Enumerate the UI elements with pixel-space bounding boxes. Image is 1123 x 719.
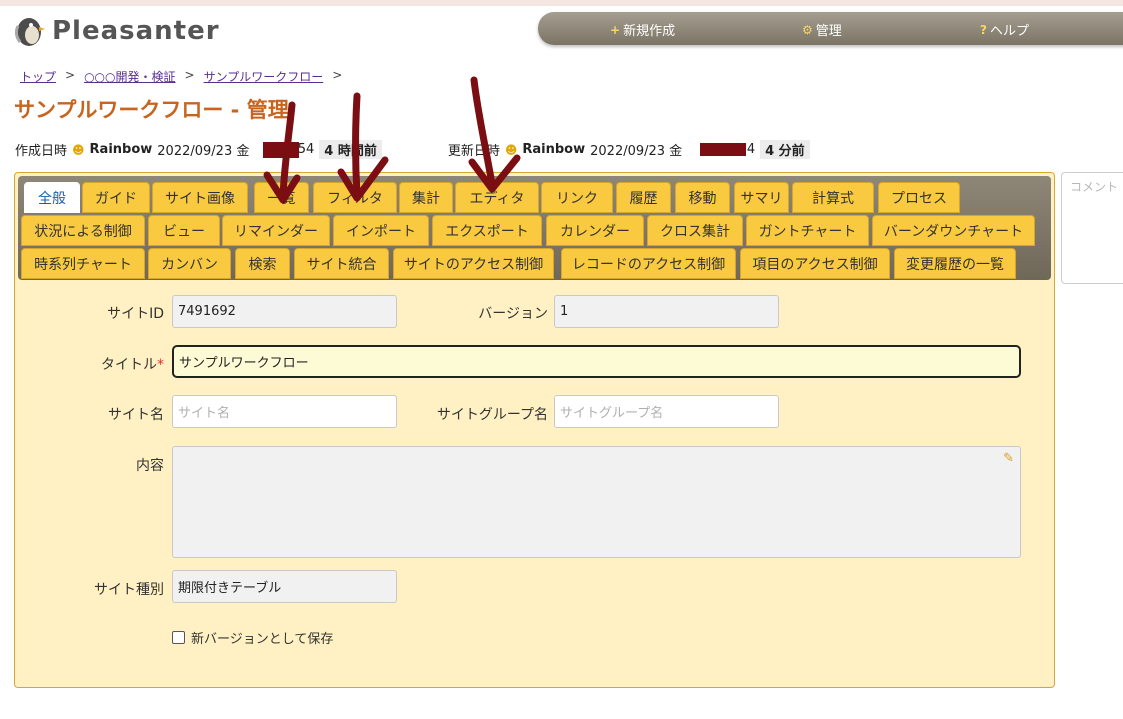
breadcrumb: トップ > ○○○開発・検証 > サンプルワークフロー > [20, 68, 342, 85]
tab-general[interactable]: 全般 [24, 182, 80, 213]
nav-new-button[interactable]: + 新規作成 [610, 20, 676, 40]
tab-crosstab[interactable]: クロス集計 [647, 215, 743, 246]
tab-aggregate[interactable]: 集計 [399, 182, 453, 213]
site-name-label: サイト名 [108, 407, 164, 423]
new-version-checkbox[interactable] [172, 631, 185, 644]
top-strip [0, 0, 1123, 6]
breadcrumb-project-link[interactable]: ○○○開発・検証 [84, 68, 175, 85]
site-name-input[interactable]: サイト名 [172, 395, 397, 428]
version-field: 1 [554, 295, 779, 328]
app-logo[interactable]: Pleasanter [12, 14, 220, 48]
title-input[interactable]: サンプルワークフロー [172, 345, 1021, 378]
version-label: バージョン [478, 306, 548, 322]
content-textarea[interactable]: ✎ [172, 446, 1021, 558]
created-date: 2022/09/23 金 [157, 144, 250, 159]
site-type-label: サイト種別 [94, 582, 164, 598]
updated-ago-badge: 4 分前 [760, 140, 810, 159]
tab-status-control[interactable]: 状況による制御 [21, 215, 145, 246]
new-version-label: 新バージョンとして保存 [191, 632, 334, 647]
penguin-icon [12, 14, 46, 48]
content-label: 内容 [136, 458, 164, 474]
created-user[interactable]: Rainbow [90, 142, 153, 157]
record-meta: 作成日時 ☻ Rainbow 2022/09/23 金 :54 4 時間前 更新… [15, 140, 810, 159]
tab-calendar[interactable]: カレンダー [546, 215, 644, 246]
site-type-field: 期限付きテーブル [172, 570, 397, 603]
nav-help-button[interactable]: ? ヘルプ [980, 20, 1029, 40]
tab-bar: 全般 ガイド サイト画像 一覧 フィルタ 集計 エディタ リンク 履歴 移動 サ… [18, 176, 1051, 280]
required-marker: * [157, 357, 164, 373]
user-icon: ☻ [72, 142, 85, 157]
page-title: サンプルワークフロー - 管理 [14, 98, 289, 122]
site-id-label: サイトID [107, 306, 164, 322]
tab-record-access-control[interactable]: レコードのアクセス制御 [561, 248, 736, 279]
tab-kanban[interactable]: カンバン [148, 248, 231, 279]
gear-icon: ⚙ [802, 22, 813, 37]
nav-manage-button[interactable]: ⚙ 管理 [802, 20, 842, 40]
tab-view[interactable]: ビュー [148, 215, 220, 246]
updated-user[interactable]: Rainbow [522, 142, 585, 157]
comment-placeholder: コメント [1070, 180, 1119, 194]
tab-site-access-control[interactable]: サイトのアクセス制御 [393, 248, 554, 279]
tab-import[interactable]: インポート [333, 215, 429, 246]
tab-site-image[interactable]: サイト画像 [152, 182, 248, 213]
annotation-arrow-list-icon [263, 101, 301, 204]
app-name: Pleasanter [52, 16, 220, 46]
new-version-option[interactable]: 新バージョンとして保存 [172, 628, 333, 647]
breadcrumb-separator: > [65, 68, 76, 82]
tab-history[interactable]: 履歴 [616, 182, 671, 213]
comment-box[interactable]: コメント [1061, 172, 1123, 284]
annotation-arrow-editor-icon [468, 76, 521, 193]
created-label: 作成日時 [15, 144, 68, 159]
tab-reminder[interactable]: リマインダー [222, 215, 330, 246]
nav-new-label: 新規作成 [623, 24, 676, 39]
help-icon: ? [980, 22, 987, 37]
tab-search[interactable]: 検索 [235, 248, 290, 279]
tab-move[interactable]: 移動 [675, 182, 730, 213]
annotation-arrow-filter-icon [337, 92, 389, 202]
redaction-mark [700, 143, 746, 156]
breadcrumb-site-link[interactable]: サンプルワークフロー [204, 68, 324, 85]
site-group-label: サイトグループ名 [436, 407, 548, 423]
breadcrumb-separator: > [184, 68, 195, 82]
version-value: 1 [560, 304, 569, 319]
tab-process[interactable]: プロセス [878, 182, 960, 213]
tab-timeseries-chart[interactable]: 時系列チャート [21, 248, 145, 279]
breadcrumb-separator: > [332, 68, 343, 82]
pencil-icon[interactable]: ✎ [1003, 451, 1014, 466]
site-group-input[interactable]: サイトグループ名 [554, 395, 779, 428]
site-id-field: 7491692 [172, 295, 397, 328]
nav-manage-label: 管理 [815, 24, 842, 39]
tab-link[interactable]: リンク [541, 182, 613, 213]
tab-gantt-chart[interactable]: ガントチャート [746, 215, 869, 246]
title-value: サンプルワークフロー [179, 356, 309, 371]
tab-formula[interactable]: 計算式 [792, 182, 874, 213]
tab-guide[interactable]: ガイド [82, 182, 150, 213]
tab-change-history[interactable]: 変更履歴の一覧 [894, 248, 1016, 279]
tab-export[interactable]: エクスポート [432, 215, 542, 246]
plus-icon: + [610, 22, 621, 37]
tab-site-integration[interactable]: サイト統合 [294, 248, 389, 279]
title-label: タイトル* [60, 354, 164, 374]
title-label-text: タイトル [101, 357, 157, 373]
breadcrumb-top-link[interactable]: トップ [20, 68, 56, 85]
settings-panel: 全般 ガイド サイト画像 一覧 フィルタ 集計 エディタ リンク 履歴 移動 サ… [14, 172, 1055, 688]
site-type-value: 期限付きテーブル [178, 581, 282, 596]
tab-column-access-control[interactable]: 項目のアクセス制御 [740, 248, 890, 279]
nav-help-label: ヘルプ [989, 24, 1029, 39]
top-navbar: + 新規作成 ⚙ 管理 ? ヘルプ [538, 12, 1123, 45]
updated-date: 2022/09/23 金 [590, 144, 683, 159]
tab-burndown-chart[interactable]: バーンダウンチャート [872, 215, 1035, 246]
site-group-placeholder: サイトグループ名 [560, 406, 664, 421]
site-id-value: 7491692 [178, 304, 236, 319]
site-name-placeholder: サイト名 [178, 406, 231, 421]
tab-summary[interactable]: サマリ [734, 182, 789, 213]
